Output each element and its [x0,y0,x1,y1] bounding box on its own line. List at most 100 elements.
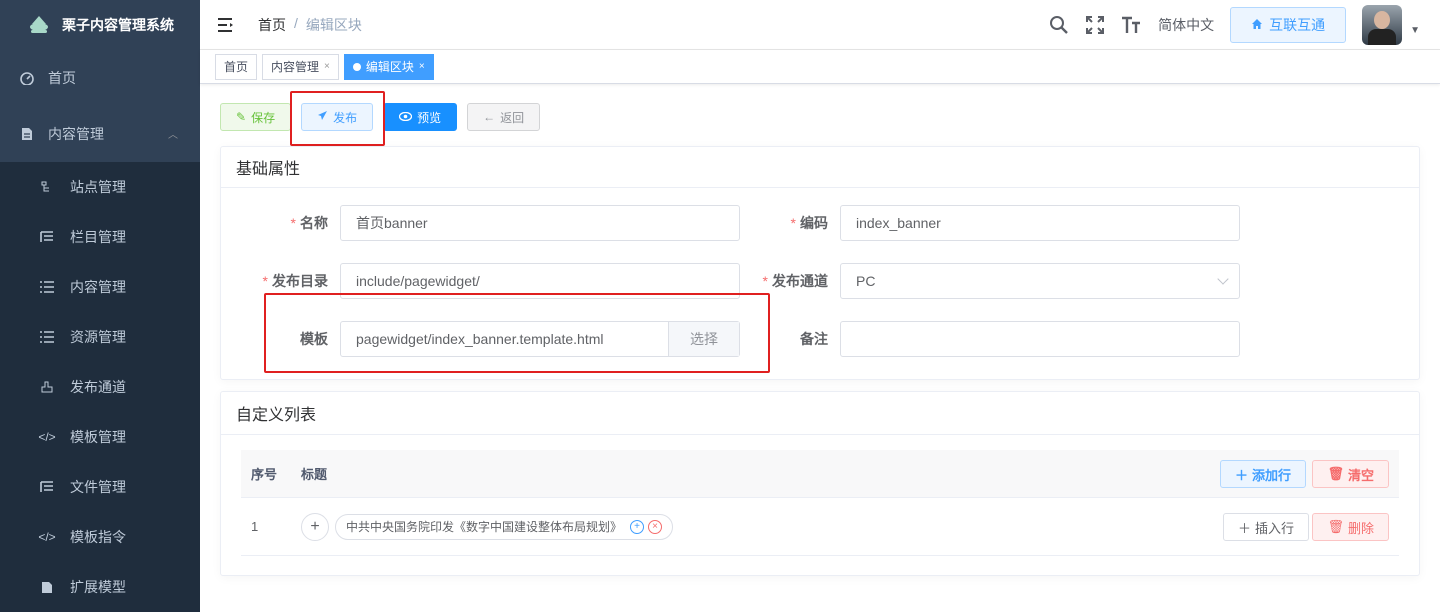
tree-table-icon [40,480,54,494]
close-circle-icon[interactable]: × [648,520,662,534]
save-label: 保存 [251,109,275,126]
custom-list-card: 自定义列表 序号 标题 ＋添加行 🗑清空 1 + 中共中央国务院印发《数字中国建… [220,391,1420,576]
back-button[interactable]: ← 返回 [467,103,540,131]
code-icon: </> [40,430,54,444]
sidebar-item-label: 资源管理 [70,327,126,347]
col-index: 序号 [241,464,301,483]
plus-icon: ＋ [1235,465,1248,484]
form-row-channel: *发布通道 PC [720,263,1240,299]
code-label: *编码 [720,213,840,233]
custom-table: 序号 标题 ＋添加行 🗑清空 1 + 中共中央国务院印发《数字中国建设整体布局规… [241,450,1399,556]
code-icon: </> [40,530,54,544]
navbar: 首页 / 编辑区块 简体中文 互联互通 ▼ [200,0,1440,50]
highlight-box-publish [290,91,385,146]
chevron-down-icon [1217,273,1228,284]
hulian-button[interactable]: 互联互通 [1230,7,1346,43]
sidebar-item-content-management[interactable]: 内容管理 ︿ [0,106,200,162]
list-icon [40,280,54,294]
tag-label: 首页 [224,58,248,75]
sidebar-item-file[interactable]: 文件管理 [0,462,200,512]
tag-content-management[interactable]: 内容管理 × [262,54,339,80]
home-icon [1251,17,1263,33]
publish-icon [40,380,54,394]
name-input[interactable]: 首页banner [340,205,740,241]
form-row-name: *名称 首页banner [220,205,740,241]
sidebar-item-label: 首页 [48,68,76,88]
tree-table-icon [40,230,54,244]
sidebar-item-label: 发布通道 [70,377,126,397]
col-title: 标题 [301,464,327,483]
sidebar-item-label: 内容管理 [48,124,104,144]
tree-icon [40,180,54,194]
sidebar-item-label: 模板指令 [70,527,126,547]
title-text: 中共中央国务院印发《数字中国建设整体布局规划》 [346,518,622,535]
plus-circle-icon[interactable]: + [630,520,644,534]
channel-value: PC [856,273,875,289]
delete-row-button[interactable]: 🗑删除 [1312,513,1389,541]
sidebar-item-label: 站点管理 [70,177,126,197]
model-icon [40,580,54,594]
close-icon[interactable]: × [324,61,330,72]
table-row: 1 + 中共中央国务院印发《数字中国建设整体布局规划》 + × ＋插入行 🗑删除 [241,498,1399,556]
avatar[interactable] [1362,5,1402,45]
title-tag: 中共中央国务院印发《数字中国建设整体布局规划》 + × [335,514,673,540]
tag-label: 编辑区块 [366,58,414,75]
logo[interactable]: 栗子内容管理系统 [0,0,200,50]
breadcrumb-home[interactable]: 首页 [258,15,286,35]
tag-label: 内容管理 [271,58,319,75]
close-icon[interactable]: × [419,61,425,72]
row-index: 1 [241,519,301,534]
hulian-label: 互联互通 [1269,15,1325,35]
trash-icon: 🗑 [1327,466,1344,482]
sidebar-item-resource[interactable]: 资源管理 [0,312,200,362]
remark-input[interactable] [840,321,1240,357]
clear-label: 清空 [1348,465,1374,484]
arrow-left-icon: ← [483,110,495,124]
tag-home[interactable]: 首页 [215,54,257,80]
sidebar-item-label: 内容管理 [70,277,126,297]
add-title-button[interactable]: + [301,513,329,541]
sidebar-item-label: 模板管理 [70,427,126,447]
name-label: *名称 [220,213,340,233]
sidebar-item-home[interactable]: 首页 [0,50,200,106]
sidebar-item-label: 文件管理 [70,477,126,497]
delete-label: 删除 [1348,518,1374,537]
preview-button[interactable]: 预览 [383,103,457,131]
insert-row-label: 插入行 [1255,518,1294,537]
sidebar-item-template[interactable]: </> 模板管理 [0,412,200,462]
sidebar-item-site[interactable]: 站点管理 [0,162,200,212]
save-button[interactable]: ✎保存 [220,103,291,131]
sidebar-item-publish-channel[interactable]: 发布通道 [0,362,200,412]
back-label: 返回 [500,109,524,126]
card-title: 基础属性 [221,147,1419,188]
font-size-icon[interactable] [1120,14,1142,36]
sidebar-item-content[interactable]: 内容管理 [0,262,200,312]
fullscreen-icon[interactable] [1084,14,1106,36]
sidebar-item-column[interactable]: 栏目管理 [0,212,200,262]
channel-label: *发布通道 [720,271,840,291]
tag-edit-block[interactable]: 编辑区块 × [344,54,434,80]
channel-select[interactable]: PC [840,263,1240,299]
sidebar-item-template-directive[interactable]: </> 模板指令 [0,512,200,562]
sidebar-item-label: 扩展模型 [70,577,126,597]
eye-icon [399,110,412,124]
code-input[interactable]: index_banner [840,205,1240,241]
search-icon[interactable] [1048,14,1070,36]
clear-button[interactable]: 🗑清空 [1312,460,1389,488]
form-row-code: *编码 index_banner [720,205,1240,241]
language-select[interactable]: 简体中文 [1158,15,1214,35]
hamburger-icon[interactable] [216,15,236,35]
sidebar-item-ext-model[interactable]: 扩展模型 [0,562,200,612]
add-row-button[interactable]: ＋添加行 [1220,460,1306,488]
submenu: 站点管理 栏目管理 内容管理 资源管理 发布通道 </> 模板管理 文件管理 </… [0,162,200,612]
highlight-box-template [264,293,770,373]
form-row-remark: 备注 [720,321,1240,357]
preview-label: 预览 [417,109,441,126]
toolbar: ✎保存 发布 预览 ←返回 [220,103,1420,133]
caret-down-icon[interactable]: ▼ [1410,25,1420,36]
card-title: 自定义列表 [221,392,1419,435]
dir-label: *发布目录 [220,271,340,291]
tags-view: 首页 内容管理 × 编辑区块 × [200,50,1440,84]
insert-row-button[interactable]: ＋插入行 [1223,513,1309,541]
breadcrumb: 首页 / 编辑区块 [258,15,362,35]
